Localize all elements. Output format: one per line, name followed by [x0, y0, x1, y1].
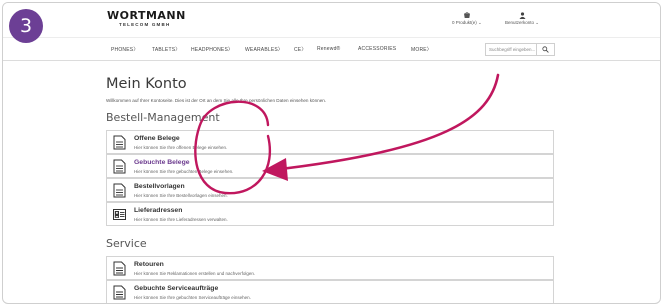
nav-wearables[interactable]: WEARABLES〉: [245, 46, 283, 53]
account-menu[interactable]: Benutzerkonto ⌄: [505, 12, 539, 26]
search-button[interactable]: [537, 43, 555, 56]
nav-phones[interactable]: PHONES〉: [111, 46, 139, 53]
account-page: Mein Konto Willkommen auf Ihrer Kontosei…: [3, 61, 660, 303]
user-icon: [505, 12, 539, 20]
nav-tablets[interactable]: TABLETS〉: [152, 46, 180, 53]
section-title-service: Service: [106, 237, 147, 250]
document-icon: [113, 135, 126, 150]
logo-brand: WORTMANN: [107, 9, 186, 22]
account-label: Benutzerkonto ⌄: [505, 20, 540, 25]
search-icon: [542, 46, 549, 53]
card-lieferadressen[interactable]: Lieferadressen Hier können Sie Ihre Lief…: [106, 202, 554, 226]
main-navigation: PHONES〉 TABLETS〉 HEADPHONES〉 WEARABLES〉 …: [3, 37, 660, 61]
card-retouren[interactable]: Retouren Hier können Sie Reklamationen e…: [106, 256, 554, 280]
card-gebuchte-serviceauftraege[interactable]: Gebuchte Serviceaufträge Hier können Sie…: [106, 280, 554, 303]
search-input[interactable]: Suchbegriff eingeben...: [485, 43, 537, 56]
card-title: Gebuchte Serviceaufträge: [134, 285, 219, 292]
document-icon: [113, 285, 126, 300]
card-description: Hier können Sie Reklamationen erstellen …: [134, 271, 256, 276]
card-title: Retouren: [134, 261, 164, 268]
page-title: Mein Konto: [106, 76, 187, 92]
section-title-order-management: Bestell-Management: [106, 111, 220, 124]
card-title: Bestellvorlagen: [134, 183, 185, 190]
document-icon: [113, 183, 126, 198]
address-card-icon: [113, 209, 126, 220]
document-icon: [113, 159, 126, 174]
nav-more[interactable]: MORE〉: [411, 46, 432, 53]
nav-accessories[interactable]: ACCESSORIES: [358, 46, 396, 52]
card-description: Hier können Sie Ihre offenen Belege eins…: [134, 145, 228, 150]
card-description: Hier können Sie Ihre gebuchten Belege ei…: [134, 169, 234, 174]
wortmann-logo[interactable]: WORTMANN TELECOM GMBH: [107, 10, 186, 28]
document-icon: [113, 261, 126, 276]
cart-icon: [452, 12, 482, 20]
card-bestellvorlagen[interactable]: Bestellvorlagen Hier können Sie Ihre Bes…: [106, 178, 554, 202]
intro-text: Willkommen auf Ihrer Kontoseite. Dies is…: [106, 98, 327, 103]
step-number-badge: 3: [9, 9, 43, 43]
nav-ce[interactable]: CE〉: [294, 46, 307, 53]
card-offene-belege[interactable]: Offene Belege Hier können Sie Ihre offen…: [106, 130, 554, 154]
card-gebuchte-belege[interactable]: Gebuchte Belege Hier können Sie Ihre geb…: [106, 154, 554, 178]
card-title: Gebuchte Belege: [134, 159, 190, 166]
card-description: Hier können Sie Ihre Bestellvorlagen ein…: [134, 193, 228, 198]
card-description: Hier können Sie Ihre Lieferadressen verw…: [134, 217, 228, 222]
card-description: Hier können Sie Ihre gebuchten Serviceau…: [134, 295, 251, 300]
card-title: Lieferadressen: [134, 207, 183, 214]
card-title: Offene Belege: [134, 135, 180, 142]
browser-frame: WORTMANN TELECOM GMBH 0 Produkt(e) ⌄ Ben…: [2, 2, 661, 304]
site-header: WORTMANN TELECOM GMBH 0 Produkt(e) ⌄ Ben…: [3, 3, 660, 37]
cart-label: 0 Produkt(e) ⌄: [452, 20, 482, 25]
nav-renewd[interactable]: Renewd®: [317, 46, 340, 52]
nav-headphones[interactable]: HEADPHONES〉: [191, 46, 233, 53]
logo-subtitle: TELECOM GMBH: [119, 22, 171, 27]
cart-menu[interactable]: 0 Produkt(e) ⌄: [452, 12, 482, 26]
